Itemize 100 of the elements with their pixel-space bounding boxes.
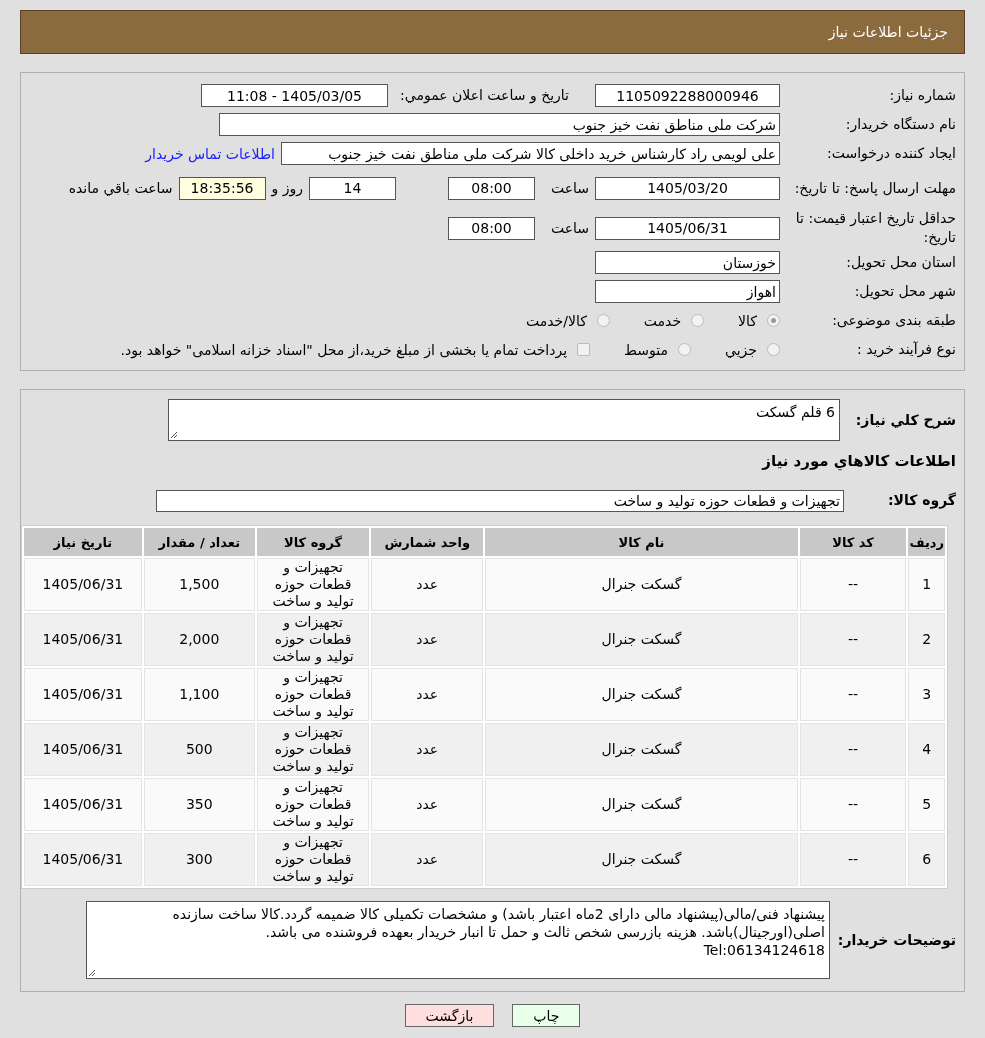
radio-button[interactable]: [678, 343, 692, 356]
column-header: گروه کالا: [256, 528, 370, 556]
table-cell: 300: [143, 833, 255, 886]
page-title-bar: جزئیات اطلاعات نیاز: [20, 10, 965, 54]
table-cell: 500: [143, 723, 255, 776]
table-cell: عدد: [371, 558, 484, 611]
table-cell: 1405/06/31: [24, 833, 142, 886]
table-cell: عدد: [371, 778, 484, 831]
table-cell: گسکت جنرال: [485, 723, 798, 776]
field-label: گروه کالا:: [886, 491, 956, 510]
table-cell: 1405/06/31: [24, 613, 142, 666]
column-header: واحد شمارش: [371, 528, 484, 556]
table-cell: 1405/06/31: [24, 558, 142, 611]
time-label: ساعت: [549, 220, 589, 236]
remaining-label: ساعت باقي مانده: [68, 180, 173, 196]
validity-time-field: 08:00: [448, 216, 535, 240]
table-cell: 4: [908, 723, 945, 776]
checkbox[interactable]: [577, 343, 591, 356]
option-label: جزيي: [725, 341, 757, 358]
option-label: خدمت: [643, 312, 682, 329]
table-cell: --: [799, 723, 907, 776]
table-cell: --: [799, 778, 907, 831]
column-header: نام کالا: [485, 528, 798, 556]
table-cell: 6: [908, 833, 945, 886]
buyer-field: شرکت ملی مناطق نفت خیز جنوب: [219, 113, 780, 136]
resize-grip-icon[interactable]: [170, 431, 178, 439]
announce-date-field: 1405/03/05 - 11:08: [201, 84, 388, 107]
table-cell: گسکت جنرال: [485, 778, 798, 831]
radio-button[interactable]: [596, 314, 610, 327]
column-header: تاریخ نیاز: [24, 528, 142, 556]
resize-grip-icon[interactable]: [88, 969, 96, 977]
radio-button[interactable]: [767, 343, 780, 356]
city-field: اهواز: [595, 280, 780, 303]
requester-field: علی لویمی راد کارشناس خرید داخلی کالا شرکت ملی مناطق نفت خیز جنوب: [281, 142, 780, 165]
table-cell: گسکت جنرال: [485, 613, 798, 666]
contact-link[interactable]: اطلاعات تماس خریدار: [145, 145, 275, 162]
table-cell: عدد: [371, 833, 484, 886]
table-cell: عدد: [371, 723, 484, 776]
table-cell: تجهیزات و قطعات حوزه تولید و ساخت: [256, 723, 370, 776]
option-label: کالا: [738, 312, 757, 329]
remaining-time-field: 18:35:56: [178, 176, 266, 200]
table-cell: 1405/06/31: [24, 778, 142, 831]
radio-button[interactable]: [691, 314, 705, 327]
field-label: مهلت ارسال پاسخ: تا تاریخ:: [793, 178, 956, 198]
column-header: کد کالا: [799, 528, 907, 556]
section-title: اطلاعات كالاهاي مورد نیاز: [760, 452, 956, 470]
table-cell: 1405/06/31: [24, 723, 142, 776]
option-label: متوسط: [624, 341, 669, 358]
field-label: شهر محل تحویل:: [853, 282, 956, 301]
radio-button[interactable]: [767, 314, 780, 327]
table-cell: 2: [908, 613, 945, 666]
table-cell: عدد: [371, 613, 484, 666]
table-cell: 1,100: [143, 668, 255, 721]
summary-text-area[interactable]: 6 قلم گسکت: [168, 399, 840, 441]
table-cell: --: [799, 558, 907, 611]
field-label: طبقه بندی موضوعی:: [831, 311, 956, 330]
deadline-time-field: 08:00: [448, 176, 535, 200]
days-field: 14: [309, 176, 396, 200]
option-label: پرداخت تمام یا بخشی از مبلغ خرید،از محل "اسناد خزانه اسلامی" خواهد بود.: [120, 341, 568, 358]
notes-text-area[interactable]: پیشنهاد فنی/مالی(پیشنهاد مالی دارای 2ماه اعتبار باشد) و مشخصات تکمیلی کالا ضمیمه گردد.کالا ساخت سازنده اصلی(اورجینال)باشد. هزینه بازرسی شخص ثالث و حمل تا انبار خریدار بعهده فروشنده می باشد. Tel:06134124618: [86, 901, 830, 979]
need-number-field: 1105092288000946: [595, 84, 780, 107]
column-header: تعداد / مقدار: [143, 528, 255, 556]
table-cell: گسکت جنرال: [485, 558, 798, 611]
table-cell: --: [799, 668, 907, 721]
field-label: توضیحات خریدار:: [836, 930, 956, 950]
table-cell: گسکت جنرال: [485, 668, 798, 721]
column-header: ردیف: [908, 528, 945, 556]
table-cell: --: [799, 613, 907, 666]
table-cell: 3: [908, 668, 945, 721]
field-label: استان محل تحویل:: [845, 253, 956, 272]
deadline-date-field: 1405/03/20: [595, 176, 780, 200]
table-cell: تجهیزات و قطعات حوزه تولید و ساخت: [256, 778, 370, 831]
group-field: تجهیزات و قطعات حوزه تولید و ساخت: [156, 489, 844, 512]
table-cell: 350: [143, 778, 255, 831]
table-cell: گسکت جنرال: [485, 833, 798, 886]
table-cell: تجهیزات و قطعات حوزه تولید و ساخت: [256, 558, 370, 611]
table-cell: --: [799, 833, 907, 886]
table-cell: 5: [908, 778, 945, 831]
back-button[interactable]: بازگشت: [404, 1004, 495, 1027]
validity-date-field: 1405/06/31: [595, 216, 780, 240]
table-cell: عدد: [371, 668, 484, 721]
time-label: ساعت: [549, 180, 589, 196]
table-cell: تجهیزات و قطعات حوزه تولید و ساخت: [256, 613, 370, 666]
table-cell: تجهیزات و قطعات حوزه تولید و ساخت: [256, 668, 370, 721]
field-label: شماره نیاز:: [888, 86, 956, 105]
option-label: کالا/خدمت: [525, 312, 587, 329]
province-field: خوزستان: [595, 251, 780, 274]
table-cell: 1405/06/31: [24, 668, 142, 721]
field-label: ایجاد کننده درخواست:: [826, 144, 956, 163]
table-cell: 1: [908, 558, 945, 611]
field-label: تاریخ و ساعت اعلان عمومي:: [399, 86, 569, 105]
field-label: نوع فرآیند خرید :: [856, 340, 956, 359]
print-button[interactable]: چاپ: [512, 1004, 581, 1027]
table-cell: 2,000: [143, 613, 255, 666]
field-label: حداقل تاریخ اعتبار قیمت: تا تاریخ:: [794, 209, 956, 247]
table-cell: 1,500: [143, 558, 255, 611]
days-label: روز و: [271, 180, 303, 196]
field-label: نام دستگاه خریدار:: [844, 115, 956, 134]
field-label: شرح كلي نیاز:: [854, 410, 956, 430]
table-cell: تجهیزات و قطعات حوزه تولید و ساخت: [256, 833, 370, 886]
